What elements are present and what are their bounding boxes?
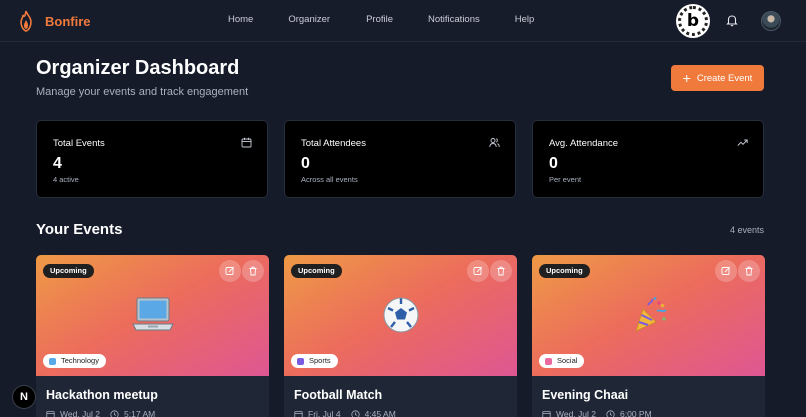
bell-icon[interactable] [725, 13, 739, 27]
create-event-label: Create Event [696, 72, 753, 84]
event-title: Hackathon meetup [46, 388, 158, 402]
category-label: Sports [309, 356, 331, 365]
category-icon [297, 357, 304, 365]
status-badge: Upcoming [539, 264, 590, 278]
trending-up-icon [737, 139, 748, 146]
category-icon [545, 357, 552, 365]
stat-value: 0 [301, 155, 310, 172]
stat-title: Total Events [53, 138, 105, 149]
event-cover: Upcoming Social [532, 255, 765, 376]
event-meta: Wed, Jul 2 6:00 PM [542, 409, 652, 417]
calendar-icon [294, 410, 303, 417]
event-cover: Upcoming Technology [36, 255, 269, 376]
nav-organizer[interactable]: Organizer [288, 14, 330, 25]
calendar-icon [542, 410, 551, 417]
edit-icon [473, 266, 483, 275]
stat-subtext: Per event [549, 175, 582, 184]
top-navbar: Bonfire Home Organizer Profile Notificat… [0, 0, 806, 42]
stat-subtext: 4 active [53, 175, 79, 184]
nextjs-dev-badge[interactable]: N [12, 385, 36, 409]
events-count: 4 events [729, 225, 764, 235]
stat-card-total-attendees: Total Attendees 0 Across all events [284, 120, 516, 198]
stat-card-total-events: Total Events 4 4 active [36, 120, 268, 198]
soccer-ball-icon [383, 297, 419, 333]
brand-logo[interactable]: Bonfire [16, 10, 91, 32]
edit-event-button[interactable] [219, 260, 241, 282]
nav-help[interactable]: Help [515, 14, 535, 25]
event-card[interactable]: Upcoming Social Evening Chaai Wed, Jul 2… [532, 255, 765, 417]
stat-subtext: Across all events [301, 175, 358, 184]
event-time: 4:45 AM [364, 409, 396, 417]
clock-icon [350, 409, 360, 417]
stat-value: 0 [549, 155, 558, 172]
nav-links: Home Organizer Profile Notifications Hel… [228, 14, 534, 25]
event-title: Evening Chaai [542, 388, 629, 402]
create-event-button[interactable]: + Create Event [671, 65, 764, 91]
event-card[interactable]: Upcoming Technology Hackathon meetup Wed… [36, 255, 269, 417]
event-time: 6:00 PM [620, 409, 652, 417]
brand-name: Bonfire [45, 13, 91, 29]
event-date: Wed, Jul 2 [60, 409, 101, 417]
calendar-icon [241, 137, 252, 148]
clock-icon [110, 409, 119, 417]
event-date: Wed, Jul 2 [556, 409, 597, 417]
trash-icon [249, 266, 257, 276]
edit-icon [721, 266, 731, 275]
event-meta: Fri, Jul 4 4:45 AM [294, 409, 396, 417]
event-time: 5:17 AM [124, 409, 156, 417]
plus-icon: + [682, 70, 691, 86]
delete-event-button[interactable] [490, 260, 512, 282]
status-badge: Upcoming [43, 264, 94, 278]
category-icon [49, 357, 56, 365]
stat-card-avg-attendance: Avg. Attendance 0 Per event [532, 120, 764, 198]
clock-icon [606, 409, 615, 417]
edit-event-button[interactable] [467, 260, 489, 282]
nav-home[interactable]: Home [228, 14, 253, 25]
stat-title: Total Attendees [301, 138, 366, 149]
nextjs-letter: N [20, 391, 28, 403]
edit-icon [225, 266, 235, 275]
category-badge: Technology [43, 354, 106, 368]
category-badge: Sports [291, 354, 338, 368]
trash-icon [745, 266, 753, 276]
user-avatar[interactable] [761, 11, 781, 31]
built-with-badge[interactable]: b [676, 4, 710, 38]
nav-notifications[interactable]: Notifications [428, 14, 480, 25]
category-label: Social [557, 356, 578, 365]
delete-event-button[interactable] [738, 260, 760, 282]
event-card[interactable]: Upcoming Sports Football Match Fri, Jul … [284, 255, 517, 417]
category-label: Technology [61, 356, 99, 365]
page-title: Organizer Dashboard [36, 57, 240, 79]
nav-profile[interactable]: Profile [366, 14, 393, 25]
category-badge: Social [539, 354, 585, 368]
event-cover: Upcoming Sports [284, 255, 517, 376]
calendar-icon [46, 410, 55, 417]
status-badge: Upcoming [291, 264, 342, 278]
party-popper-icon [635, 297, 667, 332]
edit-event-button[interactable] [715, 260, 737, 282]
badge-ring [678, 6, 708, 36]
laptop-icon [132, 297, 174, 331]
event-title: Football Match [294, 388, 383, 402]
flame-icon [20, 10, 32, 32]
stat-value: 4 [53, 155, 62, 172]
section-title: Your Events [36, 221, 123, 238]
delete-event-button[interactable] [242, 260, 264, 282]
page-subtitle: Manage your events and track engagement [36, 86, 249, 98]
event-meta: Wed, Jul 2 5:17 AM [46, 409, 155, 417]
stat-title: Avg. Attendance [549, 138, 619, 149]
event-date: Fri, Jul 4 [308, 409, 341, 417]
trash-icon [497, 266, 505, 276]
users-icon [489, 138, 500, 148]
